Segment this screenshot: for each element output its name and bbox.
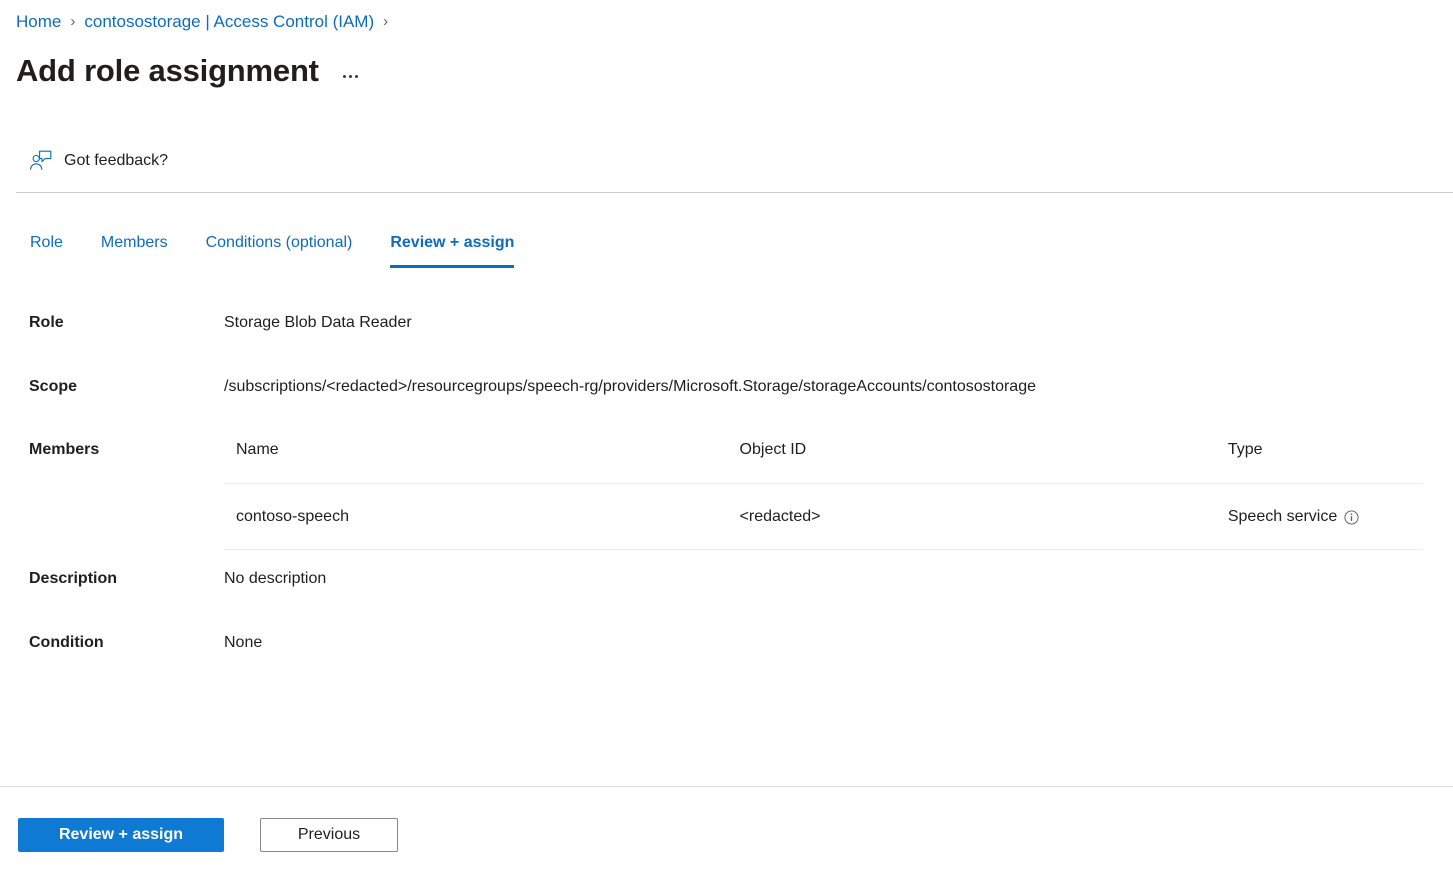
got-feedback-label: Got feedback? — [64, 152, 169, 169]
review-assign-button[interactable]: Review + assign — [18, 818, 224, 852]
member-object-id-cell: <redacted> — [739, 483, 1228, 550]
detail-row-members: Members Name Object ID Type contoso-spee… — [0, 439, 1453, 568]
wizard-tabs: Role Members Conditions (optional) Revie… — [30, 232, 515, 268]
got-feedback-button[interactable]: Got feedback? — [28, 148, 168, 174]
ellipsis-dot-icon — [348, 74, 352, 78]
breadcrumb: Home › contosostorage | Access Control (… — [16, 11, 397, 33]
ellipsis-dot-icon — [354, 74, 358, 78]
detail-row-scope: Scope /subscriptions/<redacted>/resource… — [0, 376, 1453, 439]
feedback-person-icon — [28, 148, 54, 174]
member-type-cell: Speech service — [1227, 483, 1423, 550]
tab-members[interactable]: Members — [101, 232, 168, 268]
previous-button[interactable]: Previous — [260, 818, 398, 852]
tab-review-assign-label: Review + assign — [390, 234, 515, 251]
breadcrumb-chevron-icon: › — [383, 13, 389, 30]
breadcrumb-chevron-icon: › — [70, 13, 76, 30]
member-type-label: Speech service — [1227, 508, 1338, 525]
footer-divider — [0, 786, 1453, 787]
header-divider — [16, 192, 1453, 193]
condition-value: None — [224, 634, 263, 651]
scope-label: Scope — [29, 378, 78, 395]
info-icon[interactable] — [1344, 509, 1359, 525]
description-label: Description — [29, 570, 118, 587]
members-table: Name Object ID Type contoso-speech <reda… — [224, 439, 1423, 550]
description-value: No description — [224, 570, 327, 587]
breadcrumb-item-access-control[interactable]: contosostorage | Access Control (IAM) — [84, 11, 374, 33]
tab-role-label: Role — [30, 234, 63, 251]
tab-role[interactable]: Role — [30, 232, 63, 268]
members-label: Members — [29, 441, 100, 458]
column-header-name: Name — [224, 439, 740, 484]
member-name-cell: contoso-speech — [224, 483, 740, 550]
column-header-object-id: Object ID — [739, 439, 1228, 484]
tab-members-label: Members — [100, 234, 168, 251]
scope-value: /subscriptions/<redacted>/resourcegroups… — [224, 378, 1036, 395]
page-title: Add role assignment — [16, 53, 319, 88]
detail-row-role: Role Storage Blob Data Reader — [0, 312, 1453, 376]
breadcrumb-item-home[interactable]: Home — [16, 11, 61, 33]
footer-command-bar: Review + assign Previous — [18, 818, 398, 852]
column-header-type: Type — [1227, 439, 1423, 484]
member-type-wrapper: Speech service — [1228, 506, 1359, 528]
role-value: Storage Blob Data Reader — [224, 314, 412, 331]
tab-conditions[interactable]: Conditions (optional) — [206, 232, 353, 268]
tab-review-assign[interactable]: Review + assign — [390, 232, 515, 268]
ellipsis-dot-icon — [342, 74, 346, 78]
table-row: contoso-speech <redacted> Speech service — [224, 483, 1423, 550]
review-details: Role Storage Blob Data Reader Scope /sub… — [0, 312, 1453, 672]
detail-row-condition: Condition None — [0, 632, 1453, 672]
role-label: Role — [29, 314, 64, 331]
more-options-button[interactable] — [341, 71, 360, 82]
page-header: Add role assignment — [16, 50, 360, 92]
table-header-row: Name Object ID Type — [224, 439, 1423, 484]
detail-row-description: Description No description — [0, 568, 1453, 632]
tab-conditions-label: Conditions (optional) — [205, 234, 353, 251]
condition-label: Condition — [29, 634, 104, 651]
